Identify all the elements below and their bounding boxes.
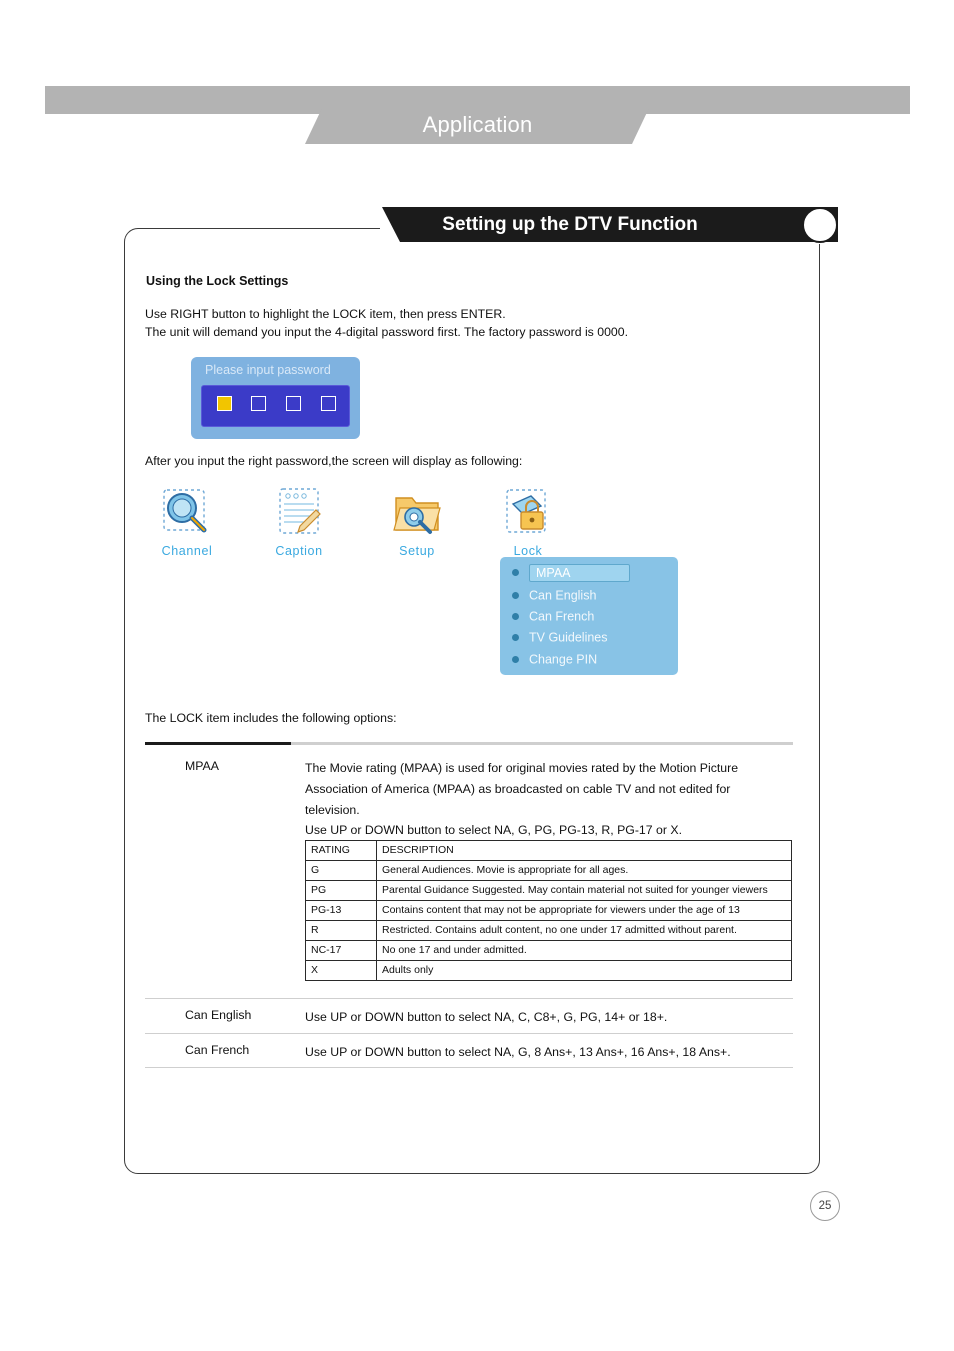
rating-table: RATING DESCRIPTION G General Audiences. … [305, 840, 792, 981]
option-desc-can-english: Use UP or DOWN button to select NA, C, C… [305, 1010, 668, 1024]
setup-folder-icon [372, 484, 462, 540]
password-cell-3[interactable] [286, 396, 301, 411]
password-cell-2[interactable] [251, 396, 266, 411]
table-header-row: RATING DESCRIPTION [305, 840, 792, 861]
menu-icon-channel[interactable]: Channel [142, 484, 232, 558]
bullet-icon [512, 656, 519, 664]
options-divider-1 [145, 998, 793, 999]
lock-padlock-icon [483, 484, 573, 540]
option-label-can-english: Can English [185, 1008, 252, 1022]
rating-cell: G [305, 860, 377, 881]
intro-line-1: Use RIGHT button to highlight the LOCK i… [145, 307, 506, 321]
options-top-rule [145, 742, 793, 745]
rating-cell: PG [305, 880, 377, 901]
option-desc-mpaa-line2: Association of America (MPAA) as broadca… [305, 782, 731, 796]
section-circle-decoration [802, 207, 838, 243]
options-divider-3 [145, 1067, 793, 1068]
rating-cell: X [305, 960, 377, 981]
description-cell: Adults only [376, 960, 792, 981]
menu-icon-caption-label: Caption [275, 544, 323, 558]
options-divider-2 [145, 1033, 793, 1034]
table-row: NC-17 No one 17 and under admitted. [305, 940, 792, 961]
rating-cell: NC-17 [305, 940, 377, 961]
intro-paragraph: Use RIGHT button to highlight the LOCK i… [145, 305, 785, 341]
lock-menu-item-change-pin[interactable]: Change PIN [512, 649, 670, 669]
table-header-rating: RATING [305, 840, 377, 861]
password-prompt-label: Please input password [205, 363, 331, 377]
section-title: Setting up the DTV Function [442, 214, 698, 235]
menu-icon-caption[interactable]: Caption [254, 484, 344, 558]
after-password-paragraph: After you input the right password,the s… [145, 454, 523, 468]
intro-line-2: The unit will demand you input the 4-dig… [145, 325, 629, 339]
menu-icon-channel-label: Channel [161, 544, 213, 558]
lock-menu-item-tv-guidelines[interactable]: TV Guidelines [512, 627, 670, 647]
menu-icon-lock-label: Lock [513, 544, 543, 558]
page-number: 25 [810, 1191, 840, 1221]
document-content: Using the Lock Settings Use RIGHT button… [0, 0, 954, 1351]
subsection-heading: Using the Lock Settings [146, 274, 289, 288]
menu-icon-setup[interactable]: Setup [372, 484, 462, 558]
description-cell: General Audiences. Movie is appropriate … [376, 860, 792, 881]
menu-icon-lock[interactable]: Lock [483, 484, 573, 558]
lock-menu-item-can-french-label: Can French [529, 609, 595, 624]
table-row: G General Audiences. Movie is appropriat… [305, 860, 792, 881]
lock-menu-item-tv-guidelines-label: TV Guidelines [529, 630, 608, 645]
description-cell: Restricted. Contains adult content, no o… [376, 920, 792, 941]
password-cell-4[interactable] [321, 396, 336, 411]
lock-menu-item-can-french[interactable]: Can French [512, 606, 670, 626]
table-row: PG Parental Guidance Suggested. May cont… [305, 880, 792, 901]
caption-page-icon [254, 484, 344, 540]
option-desc-mpaa-line3: television. [305, 803, 360, 817]
bullet-icon [512, 592, 519, 600]
option-label-can-french: Can French [185, 1043, 250, 1057]
rating-cell: PG-13 [305, 900, 377, 921]
option-label-mpaa: MPAA [185, 759, 219, 773]
magnifier-channel-icon [142, 484, 232, 540]
bullet-icon [512, 634, 519, 642]
table-row: PG-13 Contains content that may not be a… [305, 900, 792, 921]
table-row: X Adults only [305, 960, 792, 981]
rating-cell: R [305, 920, 377, 941]
description-cell: Contains content that may not be appropr… [376, 900, 792, 921]
table-row: R Restricted. Contains adult content, no… [305, 920, 792, 941]
option-desc-can-french: Use UP or DOWN button to select NA, G, 8… [305, 1045, 731, 1059]
lock-options-intro: The LOCK item includes the following opt… [145, 711, 397, 725]
lock-menu-item-mpaa[interactable]: MPAA [512, 562, 670, 582]
options-top-rule-accent [145, 742, 291, 745]
menu-icon-setup-label: Setup [399, 544, 435, 558]
option-desc-mpaa: The Movie rating (MPAA) is used for orig… [305, 758, 795, 840]
lock-menu-item-change-pin-label: Change PIN [529, 652, 598, 667]
bullet-icon [512, 569, 519, 577]
lock-menu-item-mpaa-label: MPAA [529, 563, 630, 582]
table-header-description: DESCRIPTION [376, 840, 792, 861]
description-cell: Parental Guidance Suggested. May contain… [376, 880, 792, 901]
option-desc-mpaa-line1: The Movie rating (MPAA) is used for orig… [305, 761, 739, 775]
option-desc-mpaa-line4: Use UP or DOWN button to select NA, G, P… [305, 823, 683, 837]
description-cell: No one 17 and under admitted. [376, 940, 792, 961]
password-cell-1[interactable] [217, 396, 232, 411]
bullet-icon [512, 613, 519, 621]
lock-menu-item-can-english[interactable]: Can English [512, 585, 670, 605]
lock-menu-item-can-english-label: Can English [529, 588, 597, 603]
